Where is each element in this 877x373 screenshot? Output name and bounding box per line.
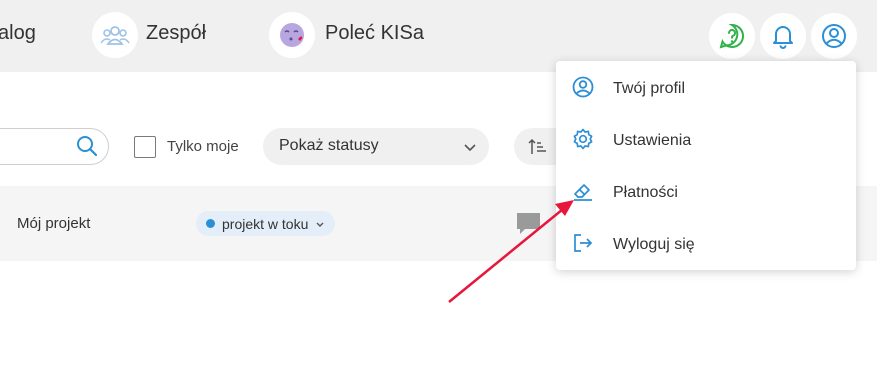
annotation-arrow — [448, 200, 574, 303]
